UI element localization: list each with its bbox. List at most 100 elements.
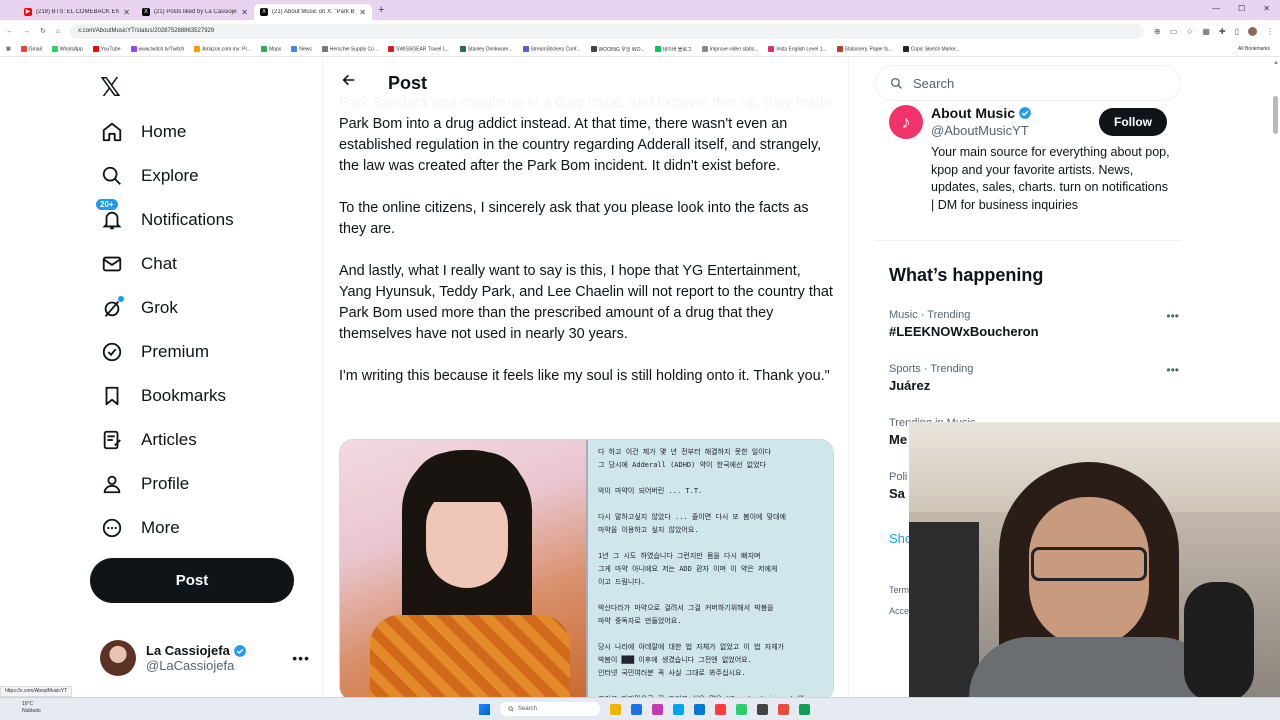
bookmark-favicon-icon (522, 45, 529, 52)
zoom-icon[interactable]: ⊕ (1154, 27, 1161, 36)
nav-chat[interactable]: Chat (100, 248, 177, 280)
nav-profile[interactable]: Profile (100, 468, 189, 500)
taskbar-app-icon[interactable] (799, 703, 810, 715)
taskbar-app-icon[interactable] (715, 703, 726, 715)
url-field[interactable]: x.com/AboutMusicYT/status/20287528886352… (70, 23, 1144, 39)
bookmark-item[interactable]: Copic Sketch Marke... (902, 45, 960, 53)
home-icon[interactable]: ⌂ (56, 28, 60, 35)
close-icon[interactable]: ✕ (123, 8, 130, 17)
more-options-icon[interactable]: ••• (1166, 309, 1179, 323)
nav-explore[interactable]: Explore (100, 160, 199, 192)
star-icon[interactable]: ☆ (1186, 27, 1193, 36)
bookmark-item[interactable]: Improve video statis... (701, 45, 758, 52)
taskbar-search-label: Search (518, 706, 538, 712)
menu-icon[interactable]: ⋮ (1266, 27, 1274, 36)
tab-title: (21) Posts liked by La Cassiojef (154, 9, 238, 15)
trend-item[interactable]: Sports · Trending Juárez ••• (889, 363, 1179, 393)
taskbar-app-icon[interactable] (631, 703, 642, 715)
letter-line: 다시 말하고싶지 않았다 ... 줄이면 다시 또 봄이에 맞대에 (597, 513, 786, 521)
nav-home[interactable]: Home (100, 116, 186, 148)
taskbar-app-icon[interactable] (778, 703, 789, 715)
photo-image[interactable] (340, 440, 586, 697)
puzzle-icon[interactable]: ✚ (1219, 27, 1226, 36)
bookmark-item[interactable]: Amazon.com.mx: Pr... (194, 45, 252, 53)
trend-name: #LEEKNOWxBoucheron (889, 324, 1039, 339)
close-window-icon[interactable]: ✕ (1263, 4, 1270, 13)
nav-more[interactable]: More (100, 512, 180, 544)
taskbar-search[interactable]: Search (500, 702, 600, 716)
taskbar-app-icon[interactable] (694, 703, 705, 715)
bookmark-label: Stationery, Paper fo... (844, 46, 893, 53)
nav-articles[interactable]: Articles (100, 424, 197, 456)
profile-name[interactable]: About Music (931, 105, 1015, 121)
bookmark-item[interactable]: Gmail (20, 45, 42, 52)
sidebar-icon[interactable]: ▯ (1235, 27, 1239, 36)
bookmark-item[interactable]: 네이버 블로그 (654, 46, 692, 53)
minimize-icon[interactable]: — (1212, 4, 1220, 13)
post-paragraph: And lastly, what I really want to say is… (339, 263, 833, 342)
browser-tab[interactable]: ▶ (218) BTS: EL COMEBACK EN VI ✕ (18, 4, 136, 20)
taskbar-app-icon[interactable] (736, 703, 747, 715)
windows-start-icon[interactable] (479, 703, 490, 715)
scroll-up-icon[interactable]: ▲ (1273, 60, 1279, 66)
cast-icon[interactable]: ▭ (1170, 27, 1178, 36)
apps-icon[interactable]: ▦ (6, 46, 11, 52)
bookmark-item[interactable]: YouTube (92, 45, 121, 52)
profile-avatar[interactable] (1248, 26, 1257, 36)
new-tab-icon[interactable]: + (378, 4, 384, 16)
bookmark-item[interactable]: SWISSGEAR Travel L... (388, 45, 450, 52)
bookmark-item[interactable]: www.twitch.tv/Twitch (130, 45, 184, 52)
webcam-glasses (1031, 547, 1147, 581)
bookmark-label: Amazon.com.mx: Pr... (202, 46, 252, 53)
letter-line: 이고 드림니다. (597, 578, 646, 586)
bookmark-item[interactable]: WhatsApp (51, 45, 83, 52)
bookmark-label: Copic Sketch Marke... (910, 46, 960, 53)
bookmark-favicon-icon (590, 46, 597, 53)
bookmark-item[interactable]: StreamStickers Conf... (522, 45, 581, 52)
post-header: Post (323, 57, 848, 110)
bookmark-item[interactable]: Herschel Supply Co... (321, 45, 378, 52)
profile-card[interactable]: ♪ About Music @AboutMusicYT Follow Your … (875, 101, 1181, 241)
bookmark-item[interactable]: Stationery, Paper fo... (836, 45, 893, 53)
back-arrow-icon[interactable] (341, 72, 357, 93)
close-icon[interactable]: ✕ (359, 8, 366, 17)
taskbar-app-icon[interactable] (610, 703, 621, 715)
taskbar-app-icon[interactable] (757, 703, 768, 715)
close-icon[interactable]: ✕ (241, 8, 248, 17)
post-media[interactable]: 다 하고 이건 제가 몇 년 전부터 해결하지 못한 일이다 그 당시에 Adde… (339, 439, 834, 697)
footer-link[interactable]: Acce (889, 601, 909, 622)
taskbar-app-icon[interactable] (673, 703, 684, 715)
browser-tab[interactable]: X (21) Posts liked by La Cassiojef ✕ (136, 4, 254, 20)
nav-premium[interactable]: Premium (100, 336, 209, 368)
bookmark-item[interactable]: Insta English Level 1... (768, 45, 827, 52)
bookmark-favicon-icon (194, 45, 201, 52)
music-note-icon[interactable]: ♪ (889, 105, 923, 139)
follow-button[interactable]: Follow (1099, 108, 1167, 136)
all-bookmarks-link[interactable]: All Bookmarks (1238, 46, 1280, 52)
post-button[interactable]: Post (90, 558, 294, 603)
x-logo-icon[interactable]: 𝕏 (100, 73, 121, 103)
back-icon[interactable]: ← (6, 28, 13, 35)
scroll-thumb[interactable] (1273, 96, 1278, 134)
more-options-icon[interactable]: ••• (292, 650, 310, 666)
footer-link[interactable]: Term (889, 580, 909, 601)
reload-icon[interactable]: ↻ (40, 27, 46, 35)
handwritten-letter-image[interactable]: 다 하고 이건 제가 몇 년 전부터 해결하지 못한 일이다 그 당시에 Adde… (585, 440, 833, 697)
trend-item[interactable]: Music · Trending #LEEKNOWxBoucheron ••• (889, 309, 1179, 339)
nav-bookmarks[interactable]: Bookmarks (100, 380, 226, 412)
nav-grok[interactable]: Grok (100, 292, 178, 324)
nav-notifications[interactable]: 20+ Notifications (95, 198, 234, 236)
maximize-icon[interactable]: ☐ (1238, 4, 1245, 13)
browser-tab-active[interactable]: X (21) About Music on X: "Park B ✕ (254, 4, 372, 20)
forward-icon[interactable]: → (23, 28, 30, 35)
more-options-icon[interactable]: ••• (1166, 363, 1179, 377)
taskbar-app-icon[interactable] (652, 703, 663, 715)
bookmark-item[interactable]: News (291, 45, 312, 52)
bookmark-item[interactable]: Maps (261, 45, 281, 52)
bookmark-item[interactable]: Stanley Drinkware... (459, 45, 513, 52)
weather-widget[interactable]: 16°C Nublado (22, 701, 41, 715)
search-box[interactable]: Search (875, 65, 1181, 101)
account-switcher[interactable]: La Cassiojefa @LaCassiojefa ••• (100, 638, 310, 678)
bookmark-item[interactable]: WOOING 우잉 WO... (590, 46, 645, 53)
extension-icon[interactable]: ▦ (1202, 27, 1210, 36)
